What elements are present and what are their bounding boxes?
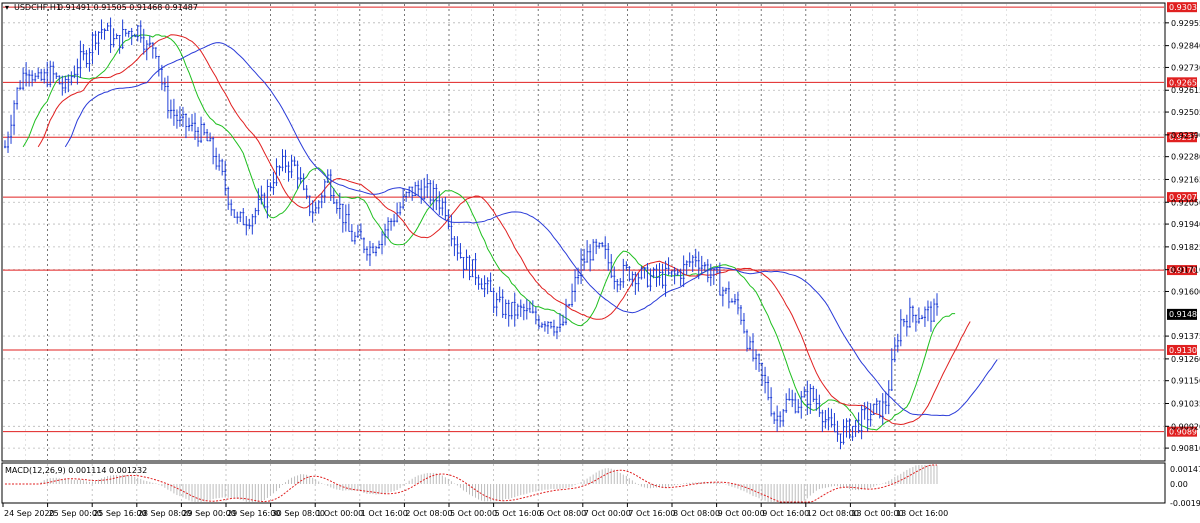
y-tick-label: 0.90810 <box>1171 444 1200 453</box>
x-tick-label: 13 Oct 16:00 <box>896 509 948 518</box>
y-tick-label: 0.90920 <box>1171 422 1200 431</box>
y-tick-label: 0.92955 <box>1171 19 1200 28</box>
x-tick-label: 9 Oct 00:00 <box>718 509 765 518</box>
x-tick-label: 1 Oct 16:00 <box>361 509 408 518</box>
ohlc-values: 0.91491 0.91505 0.91468 0.91487 <box>58 3 198 12</box>
x-tick-label: 5 Oct 00:00 <box>450 509 497 518</box>
y-tick-label: 0.91940 <box>1171 220 1200 229</box>
x-tick-label: 7 Oct 16:00 <box>628 509 675 518</box>
macd-tick-zero: 0.00 <box>1170 480 1188 489</box>
y-tick-label: 0.91375 <box>1171 332 1200 341</box>
x-tick-label: 2 Oct 08:00 <box>405 509 452 518</box>
chart-header: ▾ USDCHF,H1 0.91491 0.91505 0.91468 0.91… <box>5 3 198 12</box>
y-tick-label: 0.92390 <box>1171 131 1200 140</box>
y-tick-label: 0.91260 <box>1171 355 1200 364</box>
current-price-marker: 0.91487 <box>1167 308 1200 320</box>
current-price-label: 0.91487 <box>1169 310 1200 319</box>
y-tick-label: 0.92165 <box>1171 175 1200 184</box>
macd-label: MACD(12,26,9) 0.001114 0.001232 <box>5 466 147 475</box>
x-tick-label: 6 Oct 08:00 <box>539 509 586 518</box>
y-tick-label: 0.91825 <box>1171 243 1200 252</box>
y-tick-label: 0.92840 <box>1171 42 1200 51</box>
level-price-label: 0.93034 <box>1169 3 1200 12</box>
x-tick-label: 24 Sep 2020 <box>4 509 55 518</box>
y-tick-label: 0.91600 <box>1171 287 1200 296</box>
y-tick-label: 0.91035 <box>1171 399 1200 408</box>
x-tick-label: 9 Oct 16:00 <box>762 509 809 518</box>
y-tick-label: 0.91150 <box>1171 377 1200 386</box>
y-tick-label: 0.92730 <box>1171 63 1200 72</box>
menu-arrow-icon[interactable]: ▾ <box>5 3 9 12</box>
symbol-label: USDCHF,H1 <box>14 3 61 12</box>
macd-tick-lower: -0.00195 <box>1170 499 1200 508</box>
x-tick-label: 1 Oct 00:00 <box>316 509 363 518</box>
y-tick-label: 0.92615 <box>1171 86 1200 95</box>
y-tick-label: 0.91710 <box>1171 266 1200 275</box>
main-pane <box>1 2 1166 462</box>
y-tick-label: 0.92050 <box>1171 198 1200 207</box>
chart-window: 0.93034 0.92655 0.92378 0.92076 0.91708 0.913… <box>0 0 1200 523</box>
x-tick-label: 8 Oct 08:00 <box>673 509 720 518</box>
macd-pane <box>1 462 1166 504</box>
macd-tick-upper: 0.001471 <box>1170 465 1200 474</box>
y-tick-label: 0.92280 <box>1171 153 1200 162</box>
level-price-label: 0.91305 <box>1169 346 1200 355</box>
x-tick-label: 7 Oct 00:00 <box>584 509 631 518</box>
price-chart[interactable]: 0.930340.926550.923780.920760.917080.913… <box>0 0 1200 523</box>
y-tick-label: 0.92505 <box>1171 108 1200 117</box>
x-tick-label: 5 Oct 16:00 <box>495 509 542 518</box>
